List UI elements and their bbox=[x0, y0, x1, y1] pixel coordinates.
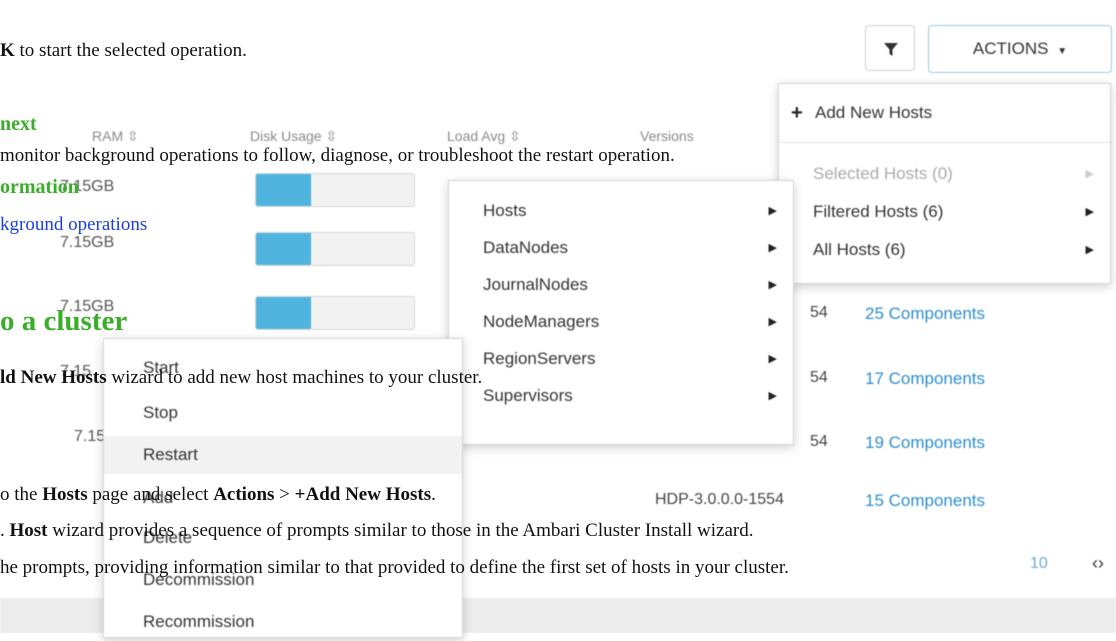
op-item-recommission[interactable]: Recommission bbox=[104, 603, 462, 641]
doc-step-1: o the Hosts page and select Actions > +A… bbox=[0, 484, 436, 505]
chevron-right-icon: ▶ bbox=[768, 205, 777, 217]
table-row-version: 54 bbox=[810, 304, 828, 321]
more-information-heading: ormation bbox=[0, 176, 79, 198]
doc-step-3: he prompts, providing information simila… bbox=[0, 557, 789, 578]
disk-usage-column-header: Disk Usage ⇳ bbox=[250, 128, 338, 144]
submenu-item-supervisors[interactable]: Supervisors ▶ bbox=[449, 377, 793, 415]
caret-down-icon: ▼ bbox=[1057, 46, 1068, 57]
add-hosts-section-heading: o a cluster bbox=[0, 305, 128, 337]
doc-line-ok: K to start the selected operation. bbox=[0, 40, 247, 61]
table-row-components-link[interactable]: 15 Components bbox=[865, 491, 985, 511]
versions-column-header: Versions bbox=[640, 128, 694, 144]
menu-divider bbox=[779, 142, 1110, 143]
chevron-right-icon: ▶ bbox=[1085, 244, 1094, 256]
doc-step-2: . Host wizard provides a sequence of pro… bbox=[0, 520, 754, 541]
chevron-right-icon: ▶ bbox=[768, 242, 777, 254]
plus-icon: + bbox=[791, 102, 803, 124]
actions-dropdown-menu: + Add New Hosts Selected Hosts (0) ▶ Filt… bbox=[778, 83, 1111, 284]
table-row-ram: 7.15 bbox=[74, 428, 106, 445]
doc-line-wizard: ld New Hosts wizard to add new host mach… bbox=[0, 367, 483, 388]
submenu-item-regionservers[interactable]: RegionServers ▶ bbox=[449, 340, 793, 378]
load-avg-column-header: Load Avg ⇳ bbox=[447, 128, 521, 144]
menu-item-add-new-hosts[interactable]: + Add New Hosts bbox=[779, 94, 1110, 132]
chevron-right-icon: ▶ bbox=[768, 353, 777, 365]
op-item-stop[interactable]: Stop bbox=[104, 394, 462, 432]
chevron-right-icon: ▶ bbox=[1085, 206, 1094, 218]
menu-item-filtered-hosts[interactable]: Filtered Hosts (6) ▶ bbox=[779, 193, 1110, 231]
chevron-right-icon: ▶ bbox=[768, 279, 777, 291]
table-row-components-link[interactable]: 25 Components bbox=[865, 304, 985, 324]
components-submenu: Hosts ▶ DataNodes ▶ JournalNodes ▶ NodeMana… bbox=[448, 180, 794, 445]
whats-next-heading: next bbox=[0, 113, 37, 135]
menu-item-selected-hosts[interactable]: Selected Hosts (0) ▶ bbox=[779, 155, 1110, 193]
submenu-item-datanodes[interactable]: DataNodes ▶ bbox=[449, 229, 793, 267]
chevron-right-icon: ▶ bbox=[768, 390, 777, 402]
pager-arrows-icon[interactable]: ‹› bbox=[1092, 553, 1104, 574]
table-row-components-link[interactable]: 19 Components bbox=[865, 433, 985, 453]
actions-button-label: ACTIONS bbox=[972, 39, 1049, 58]
page-size-select[interactable]: 10 bbox=[1030, 555, 1048, 573]
table-row-components-link[interactable]: 17 Components bbox=[865, 369, 985, 389]
filter-icon bbox=[884, 43, 898, 56]
actions-button[interactable]: ACTIONS ▼ bbox=[928, 25, 1112, 73]
op-item-restart[interactable]: Restart bbox=[104, 436, 462, 474]
disk-usage-bar bbox=[255, 296, 415, 330]
table-row-ram: 7.15GB bbox=[60, 234, 115, 251]
table-row-version: 54 bbox=[810, 433, 828, 450]
background-operations-link[interactable]: kground operations bbox=[0, 214, 147, 236]
chevron-right-icon: ▶ bbox=[1085, 168, 1094, 180]
menu-item-all-hosts[interactable]: All Hosts (6) ▶ bbox=[779, 231, 1110, 269]
ram-column-header: RAM ⇳ bbox=[92, 128, 139, 144]
submenu-item-hosts[interactable]: Hosts ▶ bbox=[449, 192, 793, 230]
disk-usage-bar bbox=[255, 173, 415, 207]
submenu-item-journalnodes[interactable]: JournalNodes ▶ bbox=[449, 266, 793, 304]
chevron-right-icon: ▶ bbox=[768, 316, 777, 328]
doc-line-monitor: monitor background operations to follow,… bbox=[0, 145, 675, 166]
submenu-item-nodemanagers[interactable]: NodeManagers ▶ bbox=[449, 303, 793, 341]
table-row-version: HDP-3.0.0.0-1554 bbox=[655, 491, 784, 508]
table-row-version: 54 bbox=[810, 369, 828, 386]
filter-button[interactable] bbox=[865, 25, 915, 71]
disk-usage-bar bbox=[255, 232, 415, 266]
